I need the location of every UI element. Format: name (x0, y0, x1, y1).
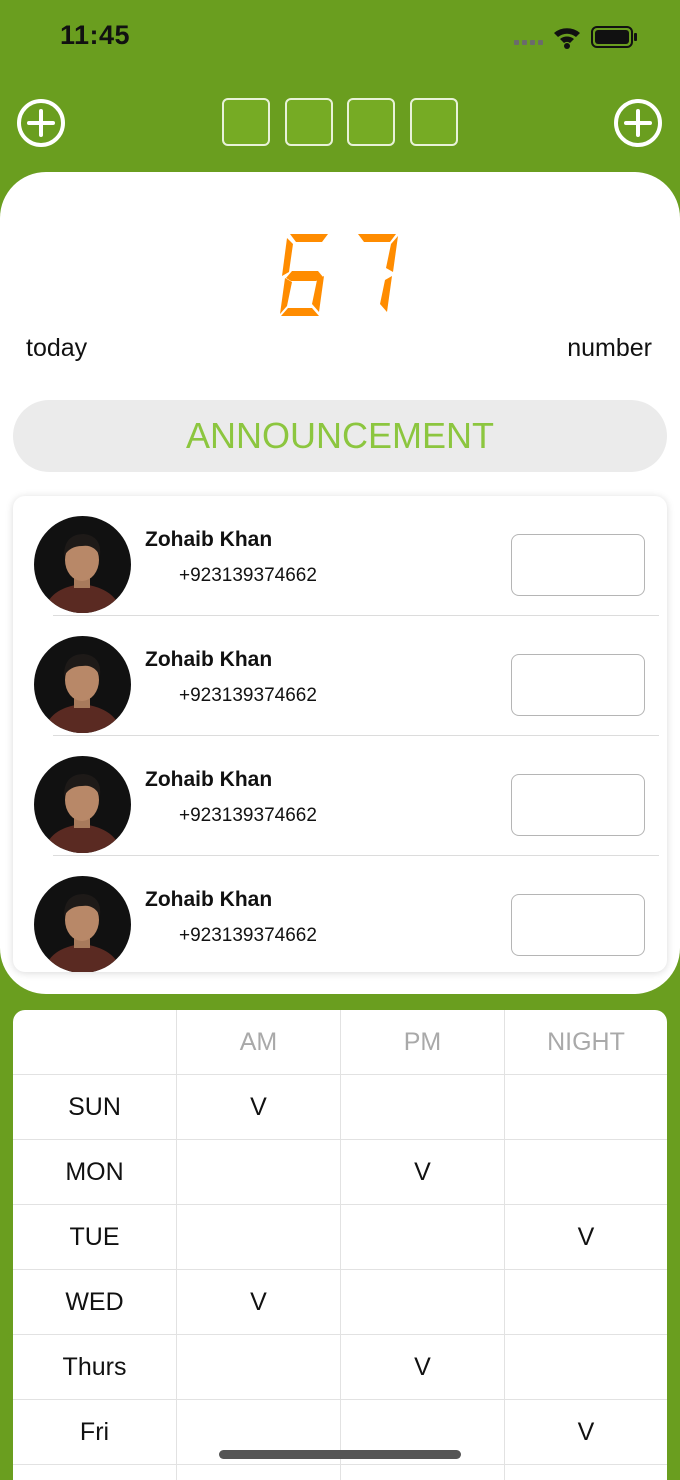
contact-input[interactable] (511, 774, 645, 836)
night-cell[interactable] (505, 1140, 667, 1205)
pm-cell[interactable] (341, 1465, 505, 1480)
night-cell[interactable]: V (505, 1205, 667, 1270)
digit-segment-g (286, 271, 323, 281)
pm-cell[interactable] (341, 1075, 505, 1140)
table-header-night: NIGHT (505, 1010, 667, 1075)
avatar (34, 516, 131, 613)
list-item[interactable]: Zohaib Khan +923139374662 (13, 856, 667, 972)
digit-segment-a (290, 234, 328, 242)
list-item[interactable]: Zohaib Khan +923139374662 (13, 736, 667, 856)
counter-digit (280, 234, 328, 316)
today-label: today (26, 334, 88, 362)
am-cell[interactable]: V (177, 1075, 341, 1140)
contact-input[interactable] (511, 534, 645, 596)
night-cell[interactable] (505, 1075, 667, 1140)
contact-name: Zohaib Khan (145, 528, 273, 551)
home-indicator (219, 1450, 461, 1459)
table-header-am: AM (177, 1010, 341, 1075)
day-cell: Fri (13, 1400, 177, 1465)
am-cell[interactable] (177, 1205, 341, 1270)
contacts-list: Zohaib Khan +923139374662 Zohaib Khan +9… (13, 496, 667, 972)
day-cell: SUN (13, 1075, 177, 1140)
contact-phone: +923139374662 (179, 925, 317, 946)
digit-segment-a (358, 234, 396, 242)
add-left-button[interactable] (16, 98, 66, 148)
list-item[interactable]: Zohaib Khan +923139374662 (13, 496, 667, 616)
day-cell: Thurs (13, 1335, 177, 1400)
pm-cell[interactable]: V (341, 1335, 505, 1400)
list-item[interactable]: Zohaib Khan +923139374662 (13, 616, 667, 736)
am-cell[interactable] (177, 1465, 341, 1480)
am-cell[interactable] (177, 1140, 341, 1205)
counter-digit (358, 234, 398, 312)
avatar (34, 876, 131, 972)
night-cell[interactable]: V (505, 1400, 667, 1465)
contact-phone: +923139374662 (179, 685, 317, 706)
am-cell[interactable] (177, 1335, 341, 1400)
day-cell: WED (13, 1270, 177, 1335)
contact-input[interactable] (511, 894, 645, 956)
plus-circle-icon (17, 99, 65, 147)
digit-segment-f (282, 238, 293, 276)
header-slot-4[interactable] (410, 98, 458, 146)
status-time: 11:45 (60, 20, 131, 50)
header-slot-3[interactable] (347, 98, 395, 146)
avatar (34, 636, 131, 733)
pm-cell[interactable] (341, 1270, 505, 1335)
cellular-signal-icon (514, 40, 543, 45)
wifi-icon (554, 28, 580, 49)
night-cell[interactable] (505, 1465, 667, 1480)
contact-phone: +923139374662 (179, 565, 317, 586)
status-icons (514, 26, 637, 49)
contact-name: Zohaib Khan (145, 888, 273, 911)
table-header-pm: PM (341, 1010, 505, 1075)
digit-segment-c (312, 276, 324, 312)
schedule-table: AM PM NIGHT SUN V MON V TUE V WED V Thur… (13, 1010, 667, 1480)
avatar (34, 756, 131, 853)
day-cell: TUE (13, 1205, 177, 1270)
contact-input[interactable] (511, 654, 645, 716)
add-right-button[interactable] (613, 98, 663, 148)
day-cell (13, 1465, 177, 1480)
status-bar: 11:45 (0, 0, 680, 80)
contact-phone: +923139374662 (179, 805, 317, 826)
day-cell: MON (13, 1140, 177, 1205)
pm-cell[interactable] (341, 1205, 505, 1270)
am-cell[interactable]: V (177, 1270, 341, 1335)
table-header-blank (13, 1010, 177, 1075)
contact-name: Zohaib Khan (145, 768, 273, 791)
digit-segment-c (380, 276, 392, 312)
contact-name: Zohaib Khan (145, 648, 273, 671)
header-slot-2[interactable] (285, 98, 333, 146)
battery-icon (591, 26, 637, 48)
announcement-button[interactable]: ANNOUNCEMENT (13, 400, 667, 472)
header-slot-1[interactable] (222, 98, 270, 146)
night-cell[interactable] (505, 1335, 667, 1400)
seven-segment-digits (280, 234, 398, 316)
number-label: number (567, 334, 652, 362)
digit-segment-d (281, 308, 319, 316)
night-cell[interactable] (505, 1270, 667, 1335)
counter-display (270, 228, 410, 324)
pm-cell[interactable]: V (341, 1140, 505, 1205)
plus-circle-icon (614, 99, 662, 147)
